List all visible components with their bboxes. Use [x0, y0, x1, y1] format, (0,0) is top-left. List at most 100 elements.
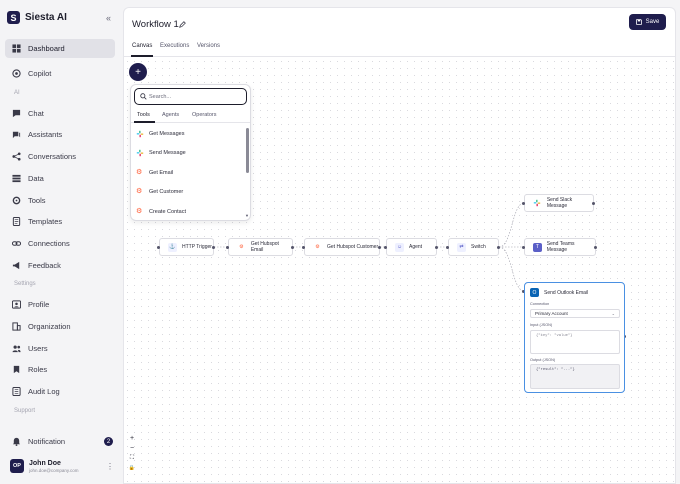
node-input-handle[interactable]: [157, 246, 160, 249]
sidebar: S Siesta AI « Dashboard Copilot AI Chat …: [0, 0, 122, 484]
node-agent[interactable]: ☺ Agent: [386, 238, 437, 256]
pencil-icon[interactable]: [179, 21, 186, 28]
sidebar-item-roles[interactable]: Roles: [5, 360, 115, 379]
audit-log-icon: [12, 387, 21, 396]
node-label: Switch: [471, 244, 486, 250]
node-send-outlook-email[interactable]: O Send Outlook Email Connection Primary …: [524, 282, 625, 393]
node-label: Get Hubspot Customer: [327, 244, 379, 250]
palette-item-get-email[interactable]: ⚙ Get Email: [136, 166, 241, 180]
sidebar-item-chat[interactable]: Chat: [5, 104, 115, 123]
section-label-support: Support: [14, 408, 36, 414]
node-output-handle[interactable]: [497, 246, 500, 249]
connection-select[interactable]: Primary Account ⌄: [530, 309, 620, 318]
node-label: Agent: [409, 244, 423, 250]
node-output-handle[interactable]: [594, 246, 597, 249]
brand-logo: S: [7, 11, 20, 24]
sidebar-item-label: Notification: [28, 437, 66, 446]
tab-versions[interactable]: Versions: [197, 43, 220, 49]
node-send-teams-message[interactable]: T Send Teams Message: [524, 238, 596, 256]
user-menu[interactable]: OP John Doe john.doe@company.com: [10, 459, 79, 473]
sidebar-item-connections[interactable]: Connections: [5, 234, 115, 253]
node-http-trigger[interactable]: ⚓ HTTP Trigger: [159, 238, 214, 256]
bell-icon: [12, 437, 21, 446]
sidebar-item-organization[interactable]: Organization: [5, 317, 115, 336]
palette-scrollbar[interactable]: [246, 128, 249, 173]
sidebar-item-audit-log[interactable]: Audit Log: [5, 382, 115, 401]
hubspot-icon: ⚙: [136, 169, 143, 176]
tab-canvas[interactable]: Canvas: [132, 43, 152, 49]
palette-item-get-customer[interactable]: ⚙ Get Customer: [136, 185, 241, 199]
chevron-down-icon: ⌄: [611, 311, 615, 316]
tab-agents[interactable]: Agents: [162, 112, 179, 118]
sidebar-item-assistants[interactable]: Assistants: [5, 125, 115, 144]
tab-executions[interactable]: Executions: [160, 43, 189, 49]
more-vertical-icon[interactable]: ⋮: [106, 462, 114, 471]
tab-tools[interactable]: Tools: [137, 112, 150, 118]
chevrons-left-icon[interactable]: «: [106, 13, 111, 23]
tab-operators[interactable]: Operators: [192, 112, 216, 118]
brand[interactable]: S Siesta AI: [7, 11, 67, 24]
section-label-ai: AI: [14, 90, 20, 96]
sidebar-item-feedback[interactable]: Feedback: [5, 256, 115, 275]
node-output-handle[interactable]: [212, 246, 215, 249]
node-output-handle[interactable]: [291, 246, 294, 249]
output-json-label: Output (JSON): [530, 358, 556, 362]
node-input-handle[interactable]: [522, 202, 525, 205]
palette-search[interactable]: [134, 88, 247, 105]
palette-item-send-message[interactable]: Send Message: [136, 146, 241, 160]
hubspot-icon: ⚙: [239, 244, 244, 250]
lock-icon[interactable]: 🔒: [128, 465, 136, 471]
sidebar-item-label: Data: [28, 174, 44, 183]
sidebar-item-tools[interactable]: Tools: [5, 191, 115, 210]
palette-item-create-contact[interactable]: ⚙ Create Contact: [136, 205, 241, 219]
node-output-handle[interactable]: [592, 202, 595, 205]
node-get-hubspot-email[interactable]: ⚙ Get Hubspot Email: [228, 238, 293, 256]
sidebar-item-notification[interactable]: Notification: [5, 432, 115, 451]
node-input-handle[interactable]: [384, 246, 387, 249]
input-json-field[interactable]: {"key": "value"}: [530, 330, 620, 354]
node-input-handle[interactable]: [302, 246, 305, 249]
templates-icon: [12, 217, 21, 226]
fit-view-button[interactable]: ⛶: [128, 455, 136, 462]
node-send-slack-message[interactable]: Send Slack Message: [524, 194, 594, 212]
sidebar-item-profile[interactable]: Profile: [5, 295, 115, 314]
palette-item-get-messages[interactable]: Get Messages: [136, 127, 241, 141]
sidebar-item-conversations[interactable]: Conversations: [5, 147, 115, 166]
zoom-out-button[interactable]: −: [128, 445, 136, 452]
sidebar-item-data[interactable]: Data: [5, 169, 115, 188]
sidebar-item-users[interactable]: Users: [5, 339, 115, 358]
section-label-settings: Settings: [14, 281, 36, 287]
node-input-handle[interactable]: [446, 246, 449, 249]
sidebar-item-label: Copilot: [28, 69, 52, 78]
sidebar-item-label: Roles: [28, 365, 48, 374]
tools-icon: [12, 196, 21, 205]
workflow-canvas[interactable]: + ⚓ HTTP Trigger ⚙ Get Hubspot Email ⚙ G…: [124, 58, 675, 483]
data-icon: [12, 174, 21, 183]
palette-item-label: Send Message: [149, 150, 186, 156]
sidebar-item-label: Profile: [28, 300, 50, 309]
node-switch[interactable]: ⇄ Switch: [448, 238, 499, 256]
avatar: OP: [10, 459, 24, 473]
organization-icon: [12, 322, 21, 331]
zoom-in-button[interactable]: +: [128, 435, 136, 442]
node-output-handle[interactable]: [378, 246, 381, 249]
node-output-handle[interactable]: [435, 246, 438, 249]
search-input[interactable]: [149, 91, 243, 102]
sidebar-item-templates[interactable]: Templates: [5, 212, 115, 231]
notification-count-badge: 2: [104, 437, 113, 446]
connection-label: Connection: [530, 302, 550, 306]
node-input-handle[interactable]: [522, 246, 525, 249]
sidebar-item-copilot[interactable]: Copilot: [5, 64, 115, 83]
save-button[interactable]: Save: [629, 14, 666, 30]
sidebar-item-dashboard[interactable]: Dashboard: [5, 39, 115, 58]
sidebar-item-label: Assistants: [28, 130, 63, 139]
node-get-hubspot-customer[interactable]: ⚙ Get Hubspot Customer: [304, 238, 380, 256]
switch-icon: ⇄: [457, 242, 466, 252]
scroll-down-icon[interactable]: ▼: [245, 213, 249, 218]
hubspot-icon: ⚙: [136, 188, 143, 195]
connections-icon: [12, 239, 21, 248]
node-input-handle[interactable]: [226, 246, 229, 249]
sidebar-item-label: Audit Log: [28, 387, 60, 396]
sidebar-item-label: Tools: [28, 196, 46, 205]
add-node-button[interactable]: +: [129, 63, 147, 81]
